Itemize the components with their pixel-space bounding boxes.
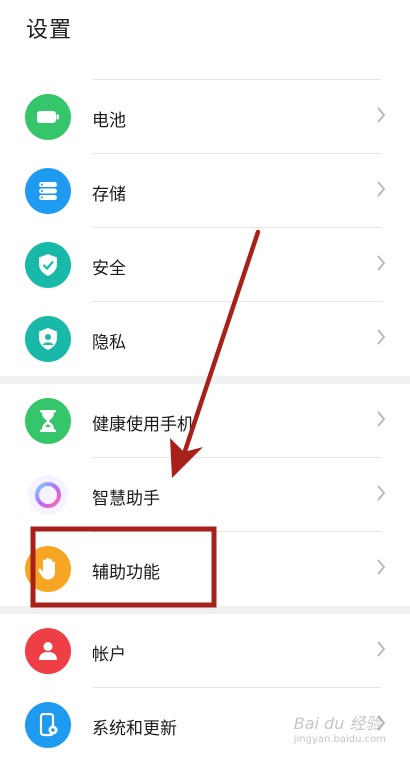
system-update-icon xyxy=(25,702,71,748)
settings-row-label: 辅助功能 xyxy=(92,563,160,583)
watermark-text: Bai du 经验 xyxy=(293,714,382,733)
storage-icon xyxy=(25,168,71,214)
account-icon xyxy=(25,628,71,674)
watermark-sub: jingyan.baidu.com xyxy=(293,734,386,745)
section-gap xyxy=(0,376,410,384)
hourglass-icon xyxy=(25,398,71,444)
settings-row-account[interactable]: 帐户 xyxy=(0,614,410,688)
settings-row-privacy[interactable]: 隐私 xyxy=(0,302,410,376)
settings-row-label: 安全 xyxy=(92,259,126,279)
watermark: Bai du 经验 jingyan.baidu.com xyxy=(294,710,386,745)
settings-row-storage[interactable]: 存储 xyxy=(0,154,410,228)
chevron-right-icon xyxy=(377,485,386,501)
smart-assistant-icon xyxy=(25,472,71,518)
settings-row-label: 系统和更新 xyxy=(92,719,177,739)
chevron-right-icon xyxy=(377,329,386,345)
security-shield-icon xyxy=(25,242,71,288)
settings-row-accessibility[interactable]: 辅助功能 xyxy=(0,532,410,606)
chevron-right-icon xyxy=(377,255,386,271)
settings-row-label: 帐户 xyxy=(92,645,126,665)
chevron-right-icon xyxy=(377,559,386,575)
hand-icon xyxy=(25,546,71,592)
section-gap xyxy=(0,606,410,614)
page-title: 设置 xyxy=(26,18,73,43)
settings-row-smart-assistant[interactable]: 智慧助手 xyxy=(0,458,410,532)
chevron-right-icon xyxy=(377,411,386,427)
settings-row-label: 隐私 xyxy=(92,333,126,353)
settings-row-digital-balance[interactable]: 健康使用手机 xyxy=(0,384,410,458)
settings-row-label: 电池 xyxy=(92,111,126,131)
chevron-right-icon xyxy=(377,181,386,197)
settings-row-label: 健康使用手机 xyxy=(92,415,194,435)
settings-row-security[interactable]: 安全 xyxy=(0,228,410,302)
settings-row-label: 存储 xyxy=(92,185,126,205)
privacy-icon xyxy=(25,316,71,362)
chevron-right-icon xyxy=(377,107,386,123)
chevron-right-icon xyxy=(377,641,386,657)
settings-row-battery[interactable]: 电池 xyxy=(0,80,410,154)
battery-icon xyxy=(25,94,71,140)
settings-row-label: 智慧助手 xyxy=(92,489,160,509)
